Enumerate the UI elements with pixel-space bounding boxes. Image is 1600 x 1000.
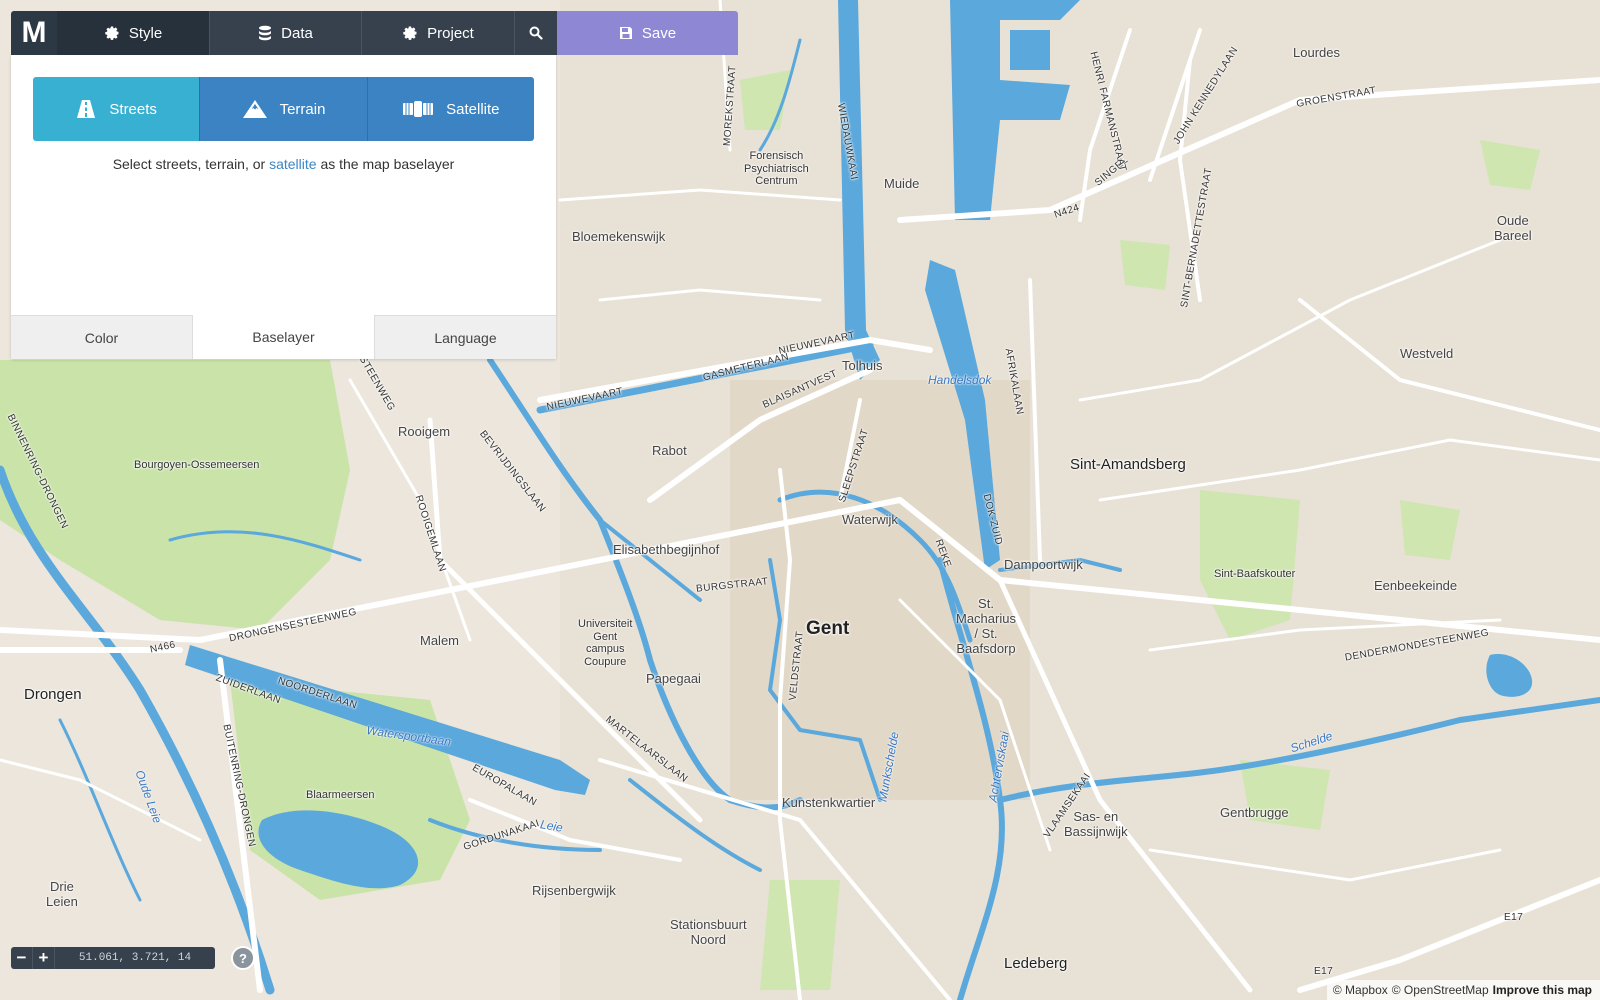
style-tab-button[interactable]: Style xyxy=(57,11,209,55)
gear-icon xyxy=(403,26,417,40)
label-bloemekenswijk: Bloemekenswijk xyxy=(572,229,666,244)
zoom-in-button[interactable]: + xyxy=(33,947,55,969)
satellite-button[interactable]: Satellite xyxy=(366,77,534,141)
label-stationsbuurt: Stationsbuurt Noord xyxy=(670,917,747,947)
hint-text-after: as the map baselayer xyxy=(316,156,455,172)
baselayer-hint: Select streets, terrain, or satellite as… xyxy=(11,156,556,172)
streets-button[interactable]: Streets xyxy=(33,77,200,141)
label-sint-amandsberg: Sint-Amandsberg xyxy=(1070,456,1186,473)
label-gentbrugge: Gentbrugge xyxy=(1220,805,1289,820)
label-macharius: St. Macharius / St. Baafsdorp xyxy=(956,596,1016,656)
label-westveld: Westveld xyxy=(1400,346,1454,361)
label-blaarmeersen: Blaarmeersen xyxy=(306,789,375,801)
label-elisabethbegijnhof: Elisabethbegijnhof xyxy=(613,542,720,557)
zoom-controls: − + 51.061, 3.721, 14 ? xyxy=(11,946,255,970)
label-universiteit: Universiteit Gent campus Coupure xyxy=(578,618,633,668)
improve-map-link[interactable]: Improve this map xyxy=(1493,983,1592,997)
database-icon xyxy=(259,25,272,41)
label-e17-2: E17 xyxy=(1314,966,1334,977)
label-drie-leien: Drie Leien xyxy=(46,879,78,909)
label-dampoortwijk: Dampoortwijk xyxy=(1004,557,1083,572)
coordinates-readout: 51.061, 3.721, 14 xyxy=(55,947,215,969)
label-lourdes: Lourdes xyxy=(1293,45,1340,60)
satellite-link[interactable]: satellite xyxy=(269,156,316,172)
project-tab-button[interactable]: Project xyxy=(361,11,514,55)
tab-color[interactable]: Color xyxy=(11,315,193,359)
style-tab-label: Style xyxy=(128,24,163,42)
label-e17: E17 xyxy=(1504,912,1524,923)
mapbox-attribution-link[interactable]: © Mapbox xyxy=(1333,983,1388,997)
satellite-icon xyxy=(403,101,434,117)
hint-text-before: Select streets, terrain, or xyxy=(112,156,270,172)
terrain-button[interactable]: Terrain xyxy=(199,77,367,141)
label-forensisch: Forensisch Psychiatrisch Centrum xyxy=(744,150,809,188)
mountain-icon xyxy=(242,100,267,118)
label-muide: Muide xyxy=(884,176,920,191)
osm-attribution-link[interactable]: © OpenStreetMap xyxy=(1392,983,1489,997)
label-handelsdok: Handelsdok xyxy=(928,373,992,387)
save-button[interactable]: Save xyxy=(557,11,738,55)
main-toolbar: M Style Data Project Save xyxy=(11,11,738,55)
label-rooigem: Rooigem xyxy=(398,424,451,439)
search-icon xyxy=(529,26,543,40)
mapbox-logo[interactable]: M xyxy=(11,11,57,55)
zoom-out-button[interactable]: − xyxy=(11,947,33,969)
label-tolhuis: Tolhuis xyxy=(842,358,883,373)
label-sas-bassijnwijk: Sas- en Bassijnwijk xyxy=(1064,809,1128,839)
panel-subtabs: Color Baselayer Language xyxy=(11,315,556,359)
baselayer-options: Streets Terrain Satellite xyxy=(33,77,534,141)
search-button[interactable] xyxy=(514,11,557,55)
label-gent: Gent xyxy=(806,618,850,639)
label-rijsenbergwijk: Rijsenbergwijk xyxy=(532,883,616,898)
style-panel: Streets Terrain Satellite Select streets… xyxy=(11,55,556,359)
label-rabot: Rabot xyxy=(652,443,687,458)
label-waterwijk: Waterwijk xyxy=(842,512,898,527)
tab-language[interactable]: Language xyxy=(375,315,556,359)
label-bourgoyen: Bourgoyen-Ossemeersen xyxy=(134,459,260,471)
terrain-label: Terrain xyxy=(279,100,326,118)
label-oude-bareel: Oude Bareel xyxy=(1494,213,1532,243)
label-papegaai: Papegaai xyxy=(646,671,701,686)
map-attribution: © Mapbox © OpenStreetMap Improve this ma… xyxy=(1326,980,1600,1000)
label-eenbeekeinde: Eenbeekeinde xyxy=(1374,578,1458,593)
satellite-label: Satellite xyxy=(446,100,500,118)
road-icon xyxy=(77,100,96,118)
label-sint-baafskouter: Sint-Baafskouter xyxy=(1214,568,1296,580)
floppy-disk-icon xyxy=(619,27,632,39)
data-tab-label: Data xyxy=(281,24,313,42)
label-ledeberg: Ledeberg xyxy=(1004,955,1068,972)
save-label: Save xyxy=(641,24,677,42)
streets-label: Streets xyxy=(109,100,157,118)
label-drongen: Drongen xyxy=(24,686,82,703)
tab-baselayer[interactable]: Baselayer xyxy=(193,315,375,359)
help-button[interactable]: ? xyxy=(231,946,255,970)
project-tab-label: Project xyxy=(427,24,474,42)
label-malem: Malem xyxy=(420,633,460,648)
label-kunstenkwartier: Kunstenkwartier xyxy=(782,795,876,810)
data-tab-button[interactable]: Data xyxy=(209,11,361,55)
gear-icon xyxy=(105,26,119,40)
